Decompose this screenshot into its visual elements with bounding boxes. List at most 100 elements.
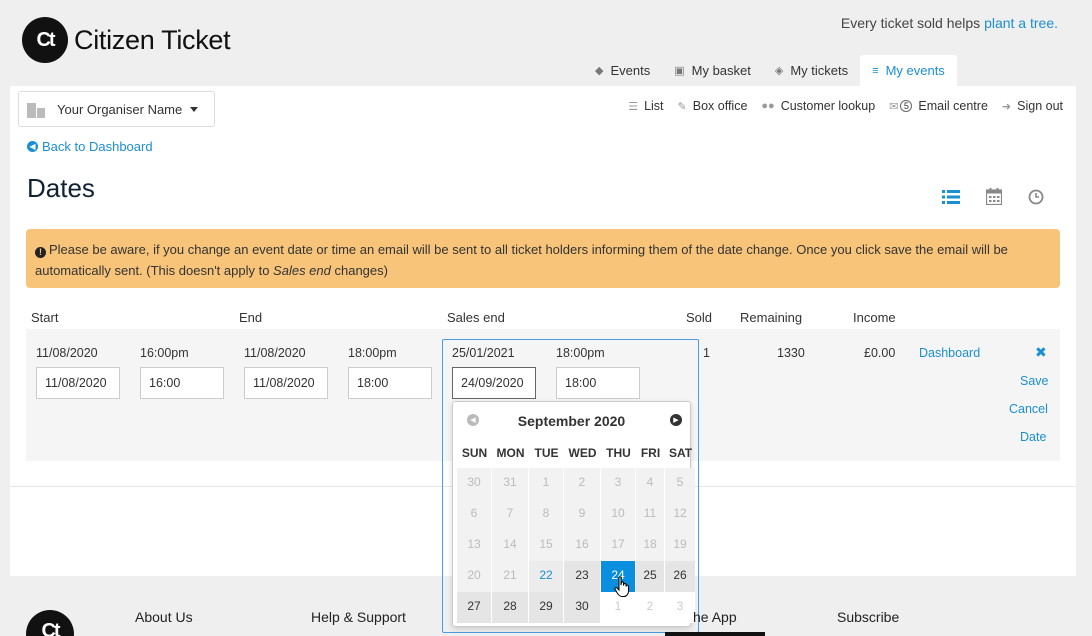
footer-the-app[interactable]: he App: [693, 609, 737, 625]
envelope-icon: ✉: [889, 100, 899, 113]
end-time-input[interactable]: 18:00: [348, 367, 432, 399]
remaining-value: 1330: [777, 346, 805, 360]
weekday-label: TUE: [534, 446, 559, 460]
calendar-day: 20: [457, 561, 491, 592]
calendar-day: 2: [636, 592, 664, 623]
footer-subscribe[interactable]: Subscribe: [837, 609, 899, 625]
calendar-day: 3: [601, 468, 635, 499]
main-tabs: ◆ Events ▣ My basket ◈ My tickets ≡ My e…: [583, 55, 957, 86]
plant-a-tree-link[interactable]: plant a tree.: [984, 15, 1058, 31]
calendar-day: 30: [457, 468, 491, 499]
brand-name: Citizen Ticket: [74, 24, 231, 55]
save-link[interactable]: Save: [1020, 374, 1049, 388]
pencil-icon: ✎: [677, 100, 687, 113]
datepicker-week: 30 31 1 2 3 4 5: [457, 468, 696, 499]
tab-events[interactable]: ◆ Events: [583, 55, 662, 86]
datepicker-week: 20 21 22 23 24 25 26: [457, 561, 696, 592]
organiser-subnav: ☰ List ✎ Box office ●● Customer lookup ✉…: [628, 99, 1063, 113]
back-to-dashboard-link[interactable]: ◀ Back to Dashboard: [27, 139, 153, 154]
weekday-label: SUN: [461, 446, 488, 460]
calendar-day: 19: [665, 530, 695, 561]
weekday-label: SAT: [668, 446, 693, 460]
weekday-label: FRI: [640, 446, 661, 460]
calendar-day: 10: [601, 499, 635, 530]
calendar-day: 2: [564, 468, 600, 499]
datepicker: ◀ September 2020 ▶ SUN MON TUE WED THU FRI SAT…: [452, 401, 695, 627]
calendar-view-icon[interactable]: [986, 188, 1002, 205]
caret-down-icon: [190, 106, 199, 112]
date-link[interactable]: Date: [1020, 430, 1046, 444]
calendar-day[interactable]: 26: [665, 561, 695, 592]
page-title: Dates: [27, 173, 95, 203]
organiser-dropdown[interactable]: Your Organiser Name: [18, 91, 215, 127]
calendar-day: 11: [636, 499, 664, 530]
calendar-day[interactable]: 23: [564, 561, 600, 592]
calendar-day: 17: [601, 530, 635, 561]
tag-icon: ◆: [595, 65, 604, 77]
header-remaining: Remaining: [740, 310, 803, 325]
list-icon: ☰: [628, 100, 639, 113]
weekday-label: MON: [496, 446, 525, 460]
calendar-day: 1: [529, 468, 563, 499]
tab-my-events[interactable]: ≡ My events: [860, 55, 957, 86]
organiser-name: Your Organiser Name: [57, 101, 183, 117]
header-sold: Sold: [686, 310, 713, 325]
datepicker-week: 6 7 8 9 10 11 12: [457, 499, 696, 530]
calendar-day: 13: [457, 530, 491, 561]
basket-icon: ▣: [674, 65, 685, 77]
calendar-day[interactable]: 22: [529, 561, 563, 592]
calendar-day[interactable]: 30: [564, 592, 600, 623]
start-date-value: 11/08/2020: [36, 346, 98, 360]
calendar-day: 7: [492, 499, 528, 530]
start-date-input[interactable]: 11/08/2020: [36, 367, 120, 399]
hand-cursor-icon: [614, 576, 629, 597]
start-time-input[interactable]: 16:00: [140, 367, 224, 399]
calendar-day: 4: [636, 468, 664, 499]
calendar-day: 15: [529, 530, 563, 561]
brand-logo[interactable]: Ct Citizen Ticket: [22, 17, 231, 63]
cancel-link[interactable]: Cancel: [1009, 402, 1048, 416]
sliders-icon: ≡: [872, 64, 879, 77]
footer-about-us[interactable]: About Us: [135, 609, 193, 625]
datepicker-grid: 30 31 1 2 3 4 5 6 7 8 9 10 11 12 13 14 15 16 17 18 19 20 21 22 2…: [457, 468, 696, 623]
calendar-day[interactable]: 27: [457, 592, 491, 623]
datepicker-week: 13 14 15 16 17 18 19: [457, 530, 696, 561]
subnav-customer-lookup[interactable]: ●● Customer lookup: [761, 99, 875, 113]
calendar-day[interactable]: 25: [636, 561, 664, 592]
calendar-day: 6: [457, 499, 491, 530]
sign-out-icon: ➜: [1001, 100, 1012, 113]
dashboard-link[interactable]: Dashboard: [919, 346, 980, 360]
calendar-day: 14: [492, 530, 528, 561]
ticket-icon: ◈: [774, 65, 784, 77]
header-end: End: [239, 310, 263, 325]
calendar-day: 8: [529, 499, 563, 530]
clock-view-icon[interactable]: [1028, 189, 1044, 205]
list-view-icon[interactable]: [942, 189, 960, 204]
subnav-box-office[interactable]: ✎ Box office: [678, 99, 748, 113]
next-month-icon[interactable]: ▶: [670, 414, 682, 426]
calendar-day: 9: [564, 499, 600, 530]
calendar-day: 16: [564, 530, 600, 561]
subnav-sign-out[interactable]: ➜ Sign out: [1002, 99, 1063, 113]
calendar-day: 3: [665, 592, 695, 623]
email-count-badge: 5: [900, 100, 913, 112]
datepicker-month: September 2020: [517, 413, 626, 429]
app-badge: [665, 632, 765, 636]
header-sales-end: Sales end: [447, 310, 505, 325]
start-time-value: 16:00pm: [140, 346, 189, 360]
end-date-input[interactable]: 11/08/2020: [244, 367, 328, 399]
header-start: Start: [31, 310, 59, 325]
tab-my-basket[interactable]: ▣ My basket: [662, 55, 763, 86]
calendar-day: 31: [492, 468, 528, 499]
subnav-list[interactable]: ☰ List: [628, 99, 663, 113]
tagline: Every ticket sold helps plant a tree.: [840, 15, 1058, 31]
datepicker-week: 27 28 29 30 1 2 3: [457, 592, 696, 623]
close-icon[interactable]: ✖: [1035, 344, 1047, 361]
weekday-label: THU: [606, 446, 631, 460]
calendar-day[interactable]: 29: [529, 592, 563, 623]
calendar-day[interactable]: 28: [492, 592, 528, 623]
footer-help-support[interactable]: Help & Support: [311, 609, 406, 625]
subnav-email-centre[interactable]: ✉ 5 Email centre: [889, 99, 988, 113]
tab-my-tickets[interactable]: ◈ My tickets: [763, 55, 860, 86]
brand-mark-icon: Ct: [22, 17, 68, 63]
